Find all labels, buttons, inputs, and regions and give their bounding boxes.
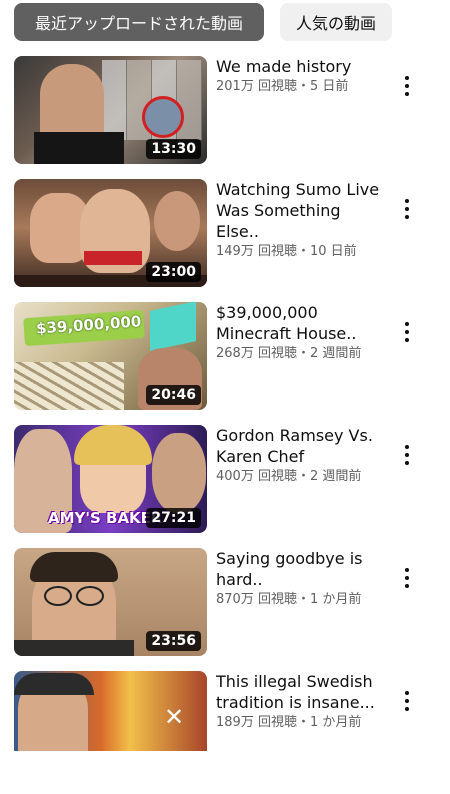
video-stats: 201万 回視聴・5 日前: [216, 79, 349, 94]
video-meta: Saying goodbye is hard.. 870万 回視聴・1 か月前: [216, 548, 386, 609]
thumbnail-caption: AMY'S BAKER: [48, 509, 163, 527]
video-thumbnail[interactable]: $39,000,000 20:46: [14, 302, 207, 410]
video-item[interactable]: 23:56 Saying goodbye is hard.. 870万 回視聴・…: [0, 548, 450, 671]
video-title[interactable]: $39,000,000 Minecraft House..: [216, 302, 386, 344]
more-vert-icon[interactable]: [398, 441, 416, 469]
more-vert-icon[interactable]: [398, 564, 416, 592]
thumbnail-image: ✕: [14, 671, 207, 751]
video-duration: 27:21: [146, 508, 201, 528]
video-title[interactable]: This illegal Swedish tradition is insane…: [216, 671, 386, 713]
more-vert-icon[interactable]: [398, 318, 416, 346]
video-stats: 268万 回視聴・2 週間前: [216, 346, 362, 361]
video-duration: 20:46: [146, 385, 201, 405]
video-meta: This illegal Swedish tradition is insane…: [216, 671, 386, 732]
more-vert-icon[interactable]: [398, 195, 416, 223]
video-title[interactable]: Saying goodbye is hard..: [216, 548, 386, 590]
video-item[interactable]: 13:30 We made history 201万 回視聴・5 日前: [0, 56, 450, 179]
video-thumbnail[interactable]: ✕: [14, 671, 207, 751]
video-stats: 400万 回視聴・2 週間前: [216, 469, 362, 484]
video-thumbnail[interactable]: 13:30: [14, 56, 207, 164]
video-title[interactable]: We made history: [216, 56, 386, 77]
video-duration: 23:00: [146, 262, 201, 282]
video-item[interactable]: $39,000,000 20:46 $39,000,000 Minecraft …: [0, 302, 450, 425]
video-title[interactable]: Gordon Ramsey Vs. Karen Chef: [216, 425, 386, 467]
filter-chip-bar: 最近アップロードされた動画 人気の動画: [0, 0, 450, 46]
video-thumbnail[interactable]: 23:00: [14, 179, 207, 287]
video-meta: Gordon Ramsey Vs. Karen Chef 400万 回視聴・2 …: [216, 425, 386, 486]
video-meta: $39,000,000 Minecraft House.. 268万 回視聴・2…: [216, 302, 386, 363]
sparkle-icon: ✕: [164, 703, 185, 731]
video-stats: 149万 回視聴・10 日前: [216, 244, 357, 259]
video-meta: We made history 201万 回視聴・5 日前: [216, 56, 386, 96]
video-duration: 13:30: [146, 139, 201, 159]
chip-recently-uploaded[interactable]: 最近アップロードされた動画: [14, 3, 264, 41]
video-title[interactable]: Watching Sumo Live Was Something Else..: [216, 179, 386, 242]
video-stats: 189万 回視聴・1 か月前: [216, 715, 362, 730]
video-thumbnail[interactable]: AMY'S BAKER 27:21: [14, 425, 207, 533]
video-duration: 23:56: [146, 631, 201, 651]
video-list: 13:30 We made history 201万 回視聴・5 日前 23:0…: [0, 56, 450, 794]
video-item[interactable]: AMY'S BAKER 27:21 Gordon Ramsey Vs. Kare…: [0, 425, 450, 548]
video-meta: Watching Sumo Live Was Something Else.. …: [216, 179, 386, 261]
more-vert-icon[interactable]: [398, 72, 416, 100]
video-item[interactable]: ✕ This illegal Swedish tradition is insa…: [0, 671, 450, 794]
more-vert-icon[interactable]: [398, 687, 416, 715]
chip-popular[interactable]: 人気の動画: [280, 3, 392, 41]
video-item[interactable]: 23:00 Watching Sumo Live Was Something E…: [0, 179, 450, 302]
video-stats: 870万 回視聴・1 か月前: [216, 592, 362, 607]
video-thumbnail[interactable]: 23:56: [14, 548, 207, 656]
